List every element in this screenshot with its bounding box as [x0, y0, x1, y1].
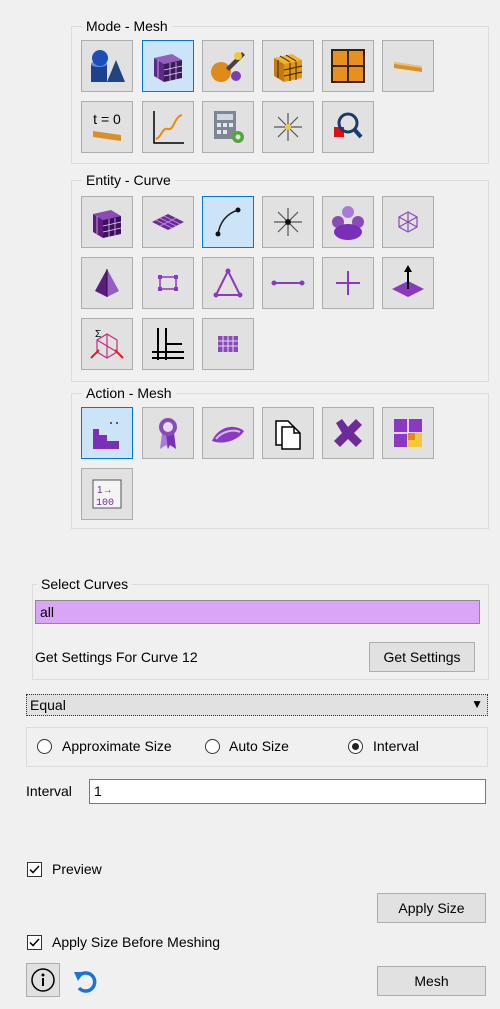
settings-for-curve-label: Get Settings For Curve 12: [35, 649, 198, 665]
block-icon[interactable]: [382, 407, 434, 459]
geometry-icon[interactable]: [81, 40, 133, 92]
reset-button[interactable]: [70, 966, 100, 996]
mesh-quad-icon[interactable]: [322, 40, 374, 92]
interval-icon[interactable]: [81, 407, 133, 459]
vertex-icon[interactable]: [262, 196, 314, 248]
preview-label: Preview: [52, 861, 102, 877]
node-icon[interactable]: [382, 196, 434, 248]
explode-icon[interactable]: [262, 101, 314, 153]
inspect-icon[interactable]: [322, 101, 374, 153]
sweep-icon[interactable]: [382, 40, 434, 92]
apply-size-label: Apply Size: [398, 900, 465, 916]
action-mesh-title: Action - Mesh: [82, 384, 176, 402]
entity-curve-title: Entity - Curve: [82, 171, 175, 189]
chevron-down-icon: ▼: [471, 697, 483, 711]
point-icon[interactable]: [322, 257, 374, 309]
sideset-icon[interactable]: Σ: [81, 318, 133, 370]
interval-radio-label: Interval: [373, 738, 419, 754]
tri-icon[interactable]: [202, 257, 254, 309]
approximate-size-radio[interactable]: [37, 739, 52, 754]
svg-text:t = 0: t = 0: [93, 111, 121, 127]
hex-icon[interactable]: [142, 318, 194, 370]
apply-before-meshing-label: Apply Size Before Meshing: [52, 934, 221, 950]
surface-icon[interactable]: [142, 196, 194, 248]
interval-label: Interval: [26, 783, 72, 799]
apply-before-meshing-checkbox[interactable]: [27, 935, 42, 950]
tools-icon[interactable]: [202, 40, 254, 92]
mesh-label: Mesh: [414, 973, 449, 989]
interval-input[interactable]: 1: [89, 779, 486, 804]
quad-icon[interactable]: [142, 257, 194, 309]
copy-icon[interactable]: [262, 407, 314, 459]
volume-icon[interactable]: [81, 196, 133, 248]
plot-icon[interactable]: [142, 101, 194, 153]
mesh-button[interactable]: Mesh: [377, 966, 486, 996]
apply-size-button[interactable]: Apply Size: [377, 893, 486, 923]
approximate-size-label: Approximate Size: [62, 738, 172, 754]
tet-icon[interactable]: [81, 257, 133, 309]
select-curves-input[interactable]: all: [35, 600, 480, 624]
get-settings-button[interactable]: Get Settings: [369, 642, 475, 672]
ribbon-icon[interactable]: [142, 407, 194, 459]
get-settings-label: Get Settings: [383, 649, 461, 665]
interval-value: 1: [94, 783, 102, 799]
grid-icon[interactable]: [202, 318, 254, 370]
info-icon: [31, 968, 55, 992]
select-curves-title: Select Curves: [37, 575, 133, 593]
mesh-cube-icon[interactable]: [142, 40, 194, 92]
undo-icon: [74, 971, 97, 993]
number-icon[interactable]: 1→ 100: [81, 468, 133, 520]
mesh-grid-icon[interactable]: [262, 40, 314, 92]
delete-icon[interactable]: [322, 407, 374, 459]
svg-text:100: 100: [96, 498, 114, 509]
group-icon[interactable]: [322, 196, 374, 248]
time-zero-icon[interactable]: t = 0: [81, 101, 133, 153]
auto-size-radio[interactable]: [205, 739, 220, 754]
normal-icon[interactable]: [382, 257, 434, 309]
scheme-dropdown-value: Equal: [30, 697, 66, 713]
select-curves-value: all: [40, 604, 55, 620]
curve-icon[interactable]: [202, 196, 254, 248]
interval-radio[interactable]: [348, 739, 363, 754]
svg-text:1→: 1→: [97, 485, 113, 496]
calculator-icon[interactable]: [202, 101, 254, 153]
mode-mesh-title: Mode - Mesh: [82, 17, 172, 35]
info-button[interactable]: [26, 963, 60, 997]
preview-checkbox[interactable]: [27, 862, 42, 877]
edge-icon[interactable]: [262, 257, 314, 309]
auto-size-label: Auto Size: [229, 738, 289, 754]
smooth-icon[interactable]: [202, 407, 254, 459]
scheme-dropdown[interactable]: Equal ▼: [26, 694, 488, 716]
